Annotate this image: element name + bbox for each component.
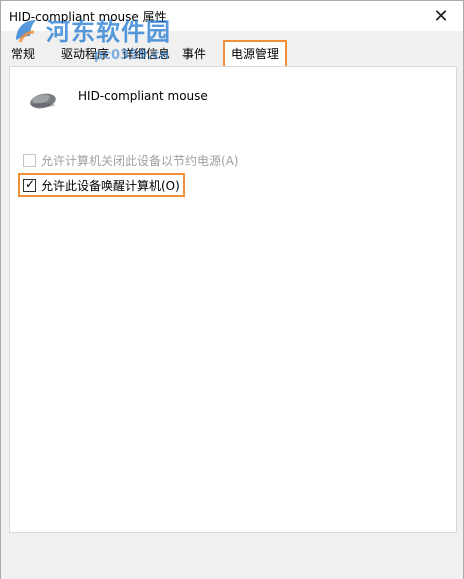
power-management-panel: HID-compliant mouse 允许计算机关闭此设备以节约电源(A) ✓…	[9, 66, 457, 533]
allow-power-off-option: 允许计算机关闭此设备以节约电源(A)	[23, 150, 239, 170]
tab-strip: 常规 驱动程序 详细信息 事件 电源管理	[9, 40, 455, 68]
tab-general[interactable]: 常规	[9, 44, 37, 66]
allow-wake-label[interactable]: 允许此设备唤醒计算机(O)	[41, 177, 180, 194]
close-icon: ✕	[433, 5, 449, 27]
tab-details[interactable]: 详细信息	[120, 44, 172, 66]
allow-power-off-label: 允许计算机关闭此设备以节约电源(A)	[41, 153, 239, 168]
dialog-footer	[1, 533, 463, 579]
mouse-icon	[30, 93, 56, 109]
tab-power-management[interactable]: 电源管理	[222, 40, 288, 68]
window-title: HID-compliant mouse 属性	[9, 10, 167, 24]
title-bar[interactable]: HID-compliant mouse 属性 ✕	[1, 1, 463, 31]
device-name: HID-compliant mouse	[78, 89, 208, 103]
tab-events[interactable]: 事件	[180, 44, 208, 66]
tab-driver[interactable]: 驱动程序	[59, 44, 111, 66]
properties-window: HID-compliant mouse 属性 ✕ 常规 驱动程序 详细信息 事件…	[0, 0, 464, 579]
allow-wake-option[interactable]: ✓ 允许此设备唤醒计算机(O)	[18, 173, 185, 197]
allow-power-off-checkbox	[23, 153, 36, 167]
close-button[interactable]: ✕	[419, 1, 463, 31]
checkmark-icon: ✓	[25, 176, 36, 191]
allow-wake-checkbox[interactable]: ✓	[23, 176, 36, 192]
